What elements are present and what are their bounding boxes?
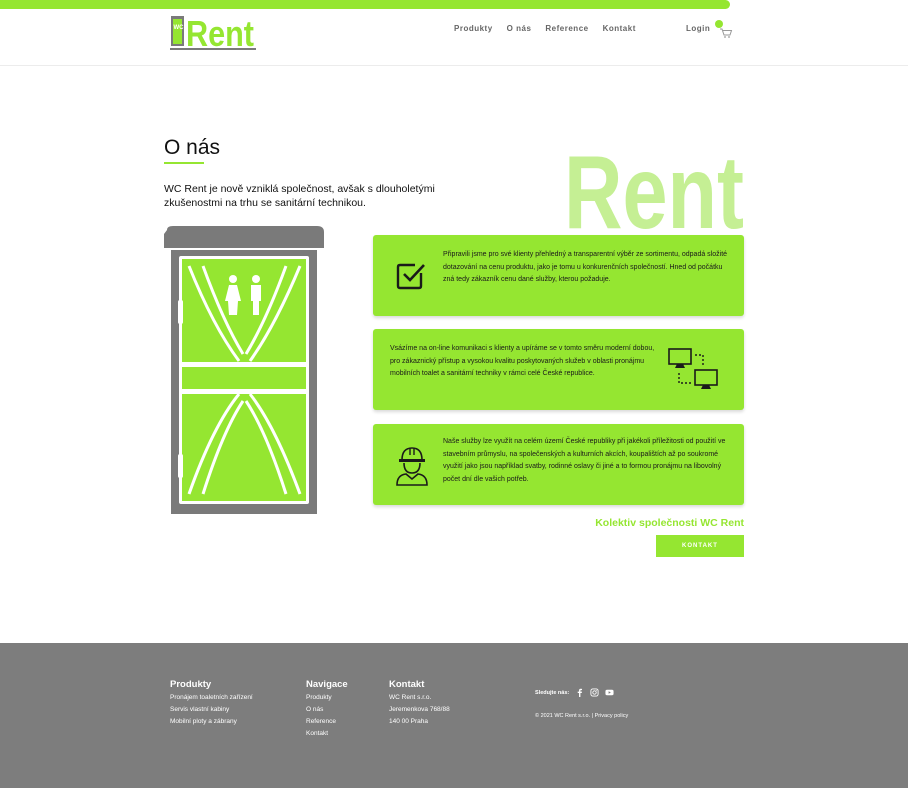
footer-address-line: 140 00 Praha — [389, 718, 429, 725]
card-text: Připravili jsme pro své klienty přehledn… — [443, 251, 728, 283]
nav-o-nas[interactable]: O nás — [507, 24, 532, 33]
info-card-online: Vsázíme na on-line komunikaci s klienty … — [373, 329, 744, 410]
computers-icon — [668, 348, 718, 389]
wc-rent-logo[interactable]: WC Rent — [170, 14, 256, 52]
facebook-icon[interactable] — [575, 688, 584, 697]
copyright-text: © 2021 WC Rent s.r.o. | Privacy policy — [535, 713, 629, 719]
main-nav: Produkty O nás Reference Kontakt — [454, 24, 636, 33]
footer-link[interactable]: Produkty — [306, 692, 348, 704]
footer-heading: Kontakt — [389, 679, 425, 690]
nav-produkty[interactable]: Produkty — [454, 24, 493, 33]
kontakt-button[interactable]: KONTAKT — [656, 535, 744, 557]
social-links: Sledujte nás: — [535, 688, 614, 697]
nav-reference[interactable]: Reference — [545, 24, 588, 33]
svg-text:Rent: Rent — [186, 14, 254, 52]
info-card-services: Naše služby lze využít na celém území Če… — [373, 424, 744, 505]
toilet-cabin-illustration — [164, 226, 324, 514]
footer-kontakt: Kontakt WC Rent s.r.o. Jeremenkova 768/8… — [389, 679, 450, 728]
svg-text:WC: WC — [174, 25, 185, 31]
card-text: Vsázíme na on-line komunikaci s klienty … — [390, 345, 655, 377]
cart-icon[interactable] — [713, 19, 733, 39]
footer-address-line: WC Rent s.r.o. — [389, 694, 432, 701]
info-card-pricing: Připravili jsme pro své klienty přehledn… — [373, 235, 744, 316]
site-footer: Produkty Pronájem toaletních zařízení Se… — [0, 643, 908, 788]
footer-navigace: Navigace Produkty O nás Reference Kontak… — [306, 679, 348, 740]
team-signature: Kolektiv společnosti WC Rent — [595, 517, 744, 529]
instagram-icon[interactable] — [590, 688, 599, 697]
nav-kontakt[interactable]: Kontakt — [603, 24, 636, 33]
checkbox-icon — [396, 263, 425, 290]
worker-icon — [396, 447, 428, 486]
card-text: Naše služby lze využít na celém území Če… — [443, 438, 726, 483]
youtube-icon[interactable] — [605, 688, 614, 697]
intro-text: WC Rent je nově vzniklá společnost, avša… — [164, 183, 435, 209]
footer-heading: Navigace — [306, 679, 348, 690]
top-accent-bar — [0, 0, 730, 9]
footer-produkty: Produkty Pronájem toaletních zařízení Se… — [170, 679, 253, 728]
footer-link[interactable]: Pronájem toaletních zařízení — [170, 692, 253, 704]
footer-link[interactable]: O nás — [306, 704, 348, 716]
footer-link[interactable]: Kontakt — [306, 728, 348, 740]
login-link[interactable]: Login — [686, 24, 710, 33]
footer-address-line: Jeremenkova 768/88 — [389, 706, 450, 713]
footer-link[interactable]: Reference — [306, 716, 348, 728]
footer-heading: Produkty — [170, 679, 212, 690]
footer-link[interactable]: Servis vlastní kabiny — [170, 704, 253, 716]
footer-link[interactable]: Mobilní ploty a zábrany — [170, 716, 253, 728]
social-label: Sledujte nás: — [535, 689, 570, 696]
title-underline — [164, 162, 204, 164]
site-header: WC Rent Produkty O nás Reference Kontakt… — [0, 9, 908, 66]
page-title: O nás — [164, 136, 221, 159]
svg-text:Rent: Rent — [564, 135, 744, 230]
rent-watermark-logo: Rent — [564, 135, 744, 230]
